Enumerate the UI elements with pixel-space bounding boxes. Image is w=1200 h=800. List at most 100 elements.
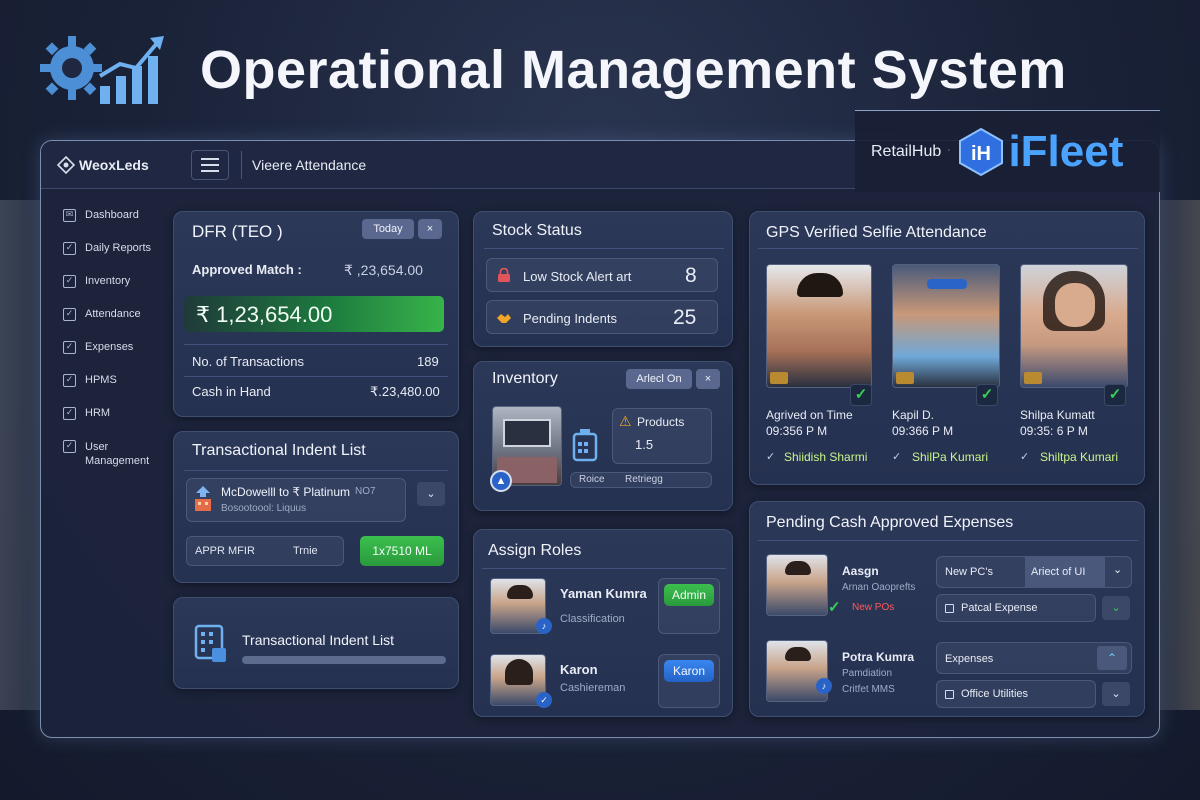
indent-item-subtitle: Bosootoool: Liquus xyxy=(221,503,307,514)
selfie-time: 09:35: 6 P M xyxy=(1020,424,1088,438)
sidebar-item-user-management[interactable]: ✓ User Management xyxy=(63,440,161,470)
sidebar-item-hpms[interactable]: ✓ HPMS xyxy=(63,374,161,392)
camera-icon xyxy=(770,372,788,384)
indent-list-card-2[interactable]: Transactional Indent List xyxy=(173,597,459,689)
indent-action-button[interactable]: 1x7510 ML xyxy=(360,536,444,566)
admin-role-button[interactable]: Admin xyxy=(664,584,714,606)
sidebar-item-label: Expenses xyxy=(85,341,134,353)
total-amount: ₹ 1,23,654.00 xyxy=(196,302,333,327)
inventory-up-badge-icon: ▲ xyxy=(490,470,512,492)
building-arrow-icon xyxy=(195,486,211,511)
expense-checkbox[interactable] xyxy=(945,690,954,699)
sidebar-item-label: User Management xyxy=(85,441,150,467)
role-person-role: Cashiereman xyxy=(560,682,626,694)
products-box[interactable]: ⚠ Products 1.5 xyxy=(612,408,712,464)
sidebar-item-label: HRM xyxy=(85,407,111,419)
selfie-photo xyxy=(892,264,1000,388)
divider xyxy=(184,470,448,471)
check-circle-icon: ✓ xyxy=(766,451,776,463)
expense-type-dropdown[interactable]: Expenses ⌃ xyxy=(936,642,1132,674)
products-label: Products xyxy=(637,415,685,429)
pending-indents-label: Pending Indents xyxy=(523,311,617,326)
pending-expenses-title: Pending Cash Approved Expenses xyxy=(766,514,1014,531)
ifleet-brand-name: iFleet xyxy=(1008,126,1124,176)
low-stock-alert-row[interactable]: Low Stock Alert art 8 xyxy=(486,258,718,292)
sidebar-item-label: HPMS xyxy=(85,374,117,386)
expense-category-field[interactable]: Patcal Expense xyxy=(936,594,1096,622)
verified-name: Shiltpa Kumari xyxy=(1040,450,1119,464)
check-icon: ✓ xyxy=(63,341,76,354)
approve-dropdown-button[interactable]: ⌄ xyxy=(1102,596,1130,620)
karon-role-button[interactable]: Karon xyxy=(664,660,714,682)
dfr-close-button[interactable]: × xyxy=(418,219,442,239)
sidebar-item-dashboard[interactable]: ✉ Dashboard xyxy=(63,209,161,227)
indent-item-title: McDowelll to ₹ Platinum xyxy=(221,485,351,499)
hamburger-line xyxy=(201,169,219,172)
lock-icon xyxy=(498,268,510,282)
retailhub-label: RetailHub xyxy=(871,142,942,160)
indent-list-2-title: Transactional Indent List xyxy=(242,632,395,648)
check-circle-icon: ✓ xyxy=(892,451,902,463)
app-logo[interactable]: WeoxLeds xyxy=(57,155,177,174)
divider xyxy=(484,248,724,249)
indent-expand-button[interactable]: ⌄ xyxy=(417,482,445,506)
page-title: Operational Management System xyxy=(200,40,1067,100)
background-store-right xyxy=(1158,200,1200,710)
appr-mfir-field[interactable]: APPR MFIR Trnie xyxy=(186,536,344,566)
inventory-filter-chip[interactable]: Arlecl On xyxy=(626,369,692,389)
gear-chart-icon xyxy=(40,36,164,104)
pending-indents-row[interactable]: Pending Indents 25 xyxy=(486,300,718,334)
sidebar-item-inventory[interactable]: ✓ Inventory xyxy=(63,275,161,293)
expense-sub-2: Critfet MMS xyxy=(842,684,895,695)
top-bar-title: Vieere Attendance xyxy=(241,150,366,179)
divider xyxy=(758,248,1138,249)
avatar-badge-icon: ✓ xyxy=(536,692,552,708)
sidebar-item-daily-reports[interactable]: ✓ Daily Reports xyxy=(63,242,161,260)
menu-toggle-button[interactable] xyxy=(191,149,229,180)
avatar-hair xyxy=(785,561,811,575)
selfie-status: Shilpa Kumatt xyxy=(1020,408,1095,422)
sidebar-item-hrm[interactable]: ✓ HRM xyxy=(63,407,161,425)
products-value: 1.5 xyxy=(635,437,654,452)
today-filter-button[interactable]: Today xyxy=(362,219,414,239)
hero-header: Operational Management System xyxy=(40,30,1067,110)
app-window: WeoxLeds Vieere Attendance ✉ Dashboard ✓… xyxy=(40,140,1160,738)
check-icon: ✓ xyxy=(63,275,76,288)
chevron-down-button[interactable]: ⌄ xyxy=(1102,682,1130,706)
inventory-close-button[interactable]: × xyxy=(696,369,720,389)
inventory-footer-left: Roice xyxy=(579,474,605,485)
divider xyxy=(184,344,448,345)
avatar-badge-icon: ♪ xyxy=(816,678,832,694)
sidebar: ✉ Dashboard ✓ Daily Reports ✓ Inventory … xyxy=(41,189,161,737)
background-store-left xyxy=(0,200,42,710)
indent-item[interactable]: McDowelll to ₹ Platinum NO7 Bosootoool: … xyxy=(186,478,406,522)
chevron-up-icon[interactable]: ⌃ xyxy=(1097,646,1127,670)
ifleet-hex-logo-icon: iH xyxy=(959,127,1004,176)
inventory-title: Inventory xyxy=(492,370,558,387)
expense-sub: Pamdiation xyxy=(842,668,893,679)
avatar-badge-icon: ♪ xyxy=(536,618,552,634)
approved-match-value: ₹ ,23,654.00 xyxy=(344,262,423,278)
sidebar-item-attendance[interactable]: ✓ Attendance xyxy=(63,308,161,326)
expense-category-field[interactable]: Office Utilities xyxy=(936,680,1096,708)
app-logo-text: WeoxLeds xyxy=(79,156,149,173)
indent-item-suffix: NO7 xyxy=(355,486,376,497)
divider xyxy=(758,540,1138,541)
building-icon xyxy=(194,624,226,662)
selfie-time: 09:366 P M xyxy=(892,424,954,438)
progress-track xyxy=(242,656,446,664)
expense-checkbox[interactable] xyxy=(945,604,954,613)
expense-tag: New POs xyxy=(852,602,895,613)
expense-type-dropdown[interactable]: New PC's Ariect of UI ⌄ xyxy=(936,556,1132,588)
camera-icon xyxy=(1024,372,1042,384)
indent-list-card: Transactional Indent List McDowelll to ₹… xyxy=(173,431,459,583)
sidebar-item-expenses[interactable]: ✓ Expenses xyxy=(63,341,161,359)
stock-status-title: Stock Status xyxy=(492,222,582,239)
check-icon: ✓ xyxy=(63,374,76,387)
inventory-card: Inventory Arlecl On × ▲ ⚠ Products 1.5 R… xyxy=(473,361,733,511)
brand-box: RetailHub ॱ iH iFleet xyxy=(855,110,1160,192)
assign-roles-card: Assign Roles ♪ Yaman Kumra Classificatio… xyxy=(473,529,733,717)
transactions-value: 189 xyxy=(417,354,439,369)
expense-avatar xyxy=(766,554,828,616)
dfr-title: DFR (TEO ) xyxy=(192,222,283,241)
